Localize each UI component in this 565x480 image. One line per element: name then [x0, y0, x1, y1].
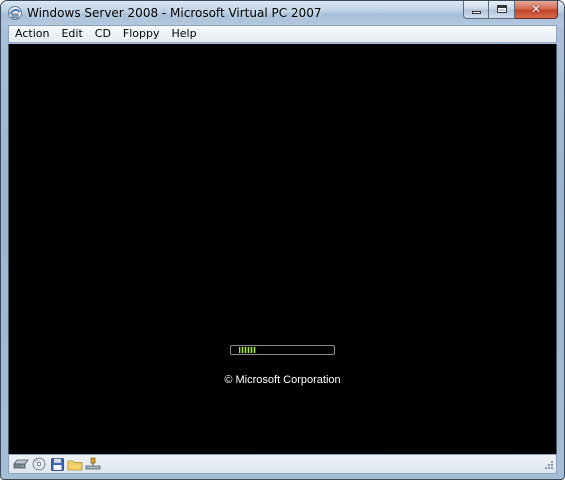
network-icon[interactable] — [85, 457, 101, 471]
vm-display[interactable]: © Microsoft Corporation — [8, 44, 557, 454]
window-title: Windows Server 2008 - Microsoft Virtual … — [27, 6, 322, 20]
menu-bar: Action Edit CD Floppy Help — [8, 25, 557, 43]
copyright-text: © Microsoft Corporation — [224, 374, 341, 386]
floppy-disk-icon[interactable] — [49, 457, 65, 471]
virtual-pc-icon[interactable] — [7, 5, 23, 21]
cd-drive-icon[interactable] — [31, 457, 47, 471]
boot-progress-fill — [239, 347, 256, 353]
boot-progress-bar — [230, 345, 335, 355]
maximize-icon — [497, 5, 507, 13]
minimize-icon — [472, 11, 481, 14]
menu-action[interactable]: Action — [9, 26, 55, 42]
shared-folder-icon[interactable] — [67, 457, 83, 471]
vpc-window: Windows Server 2008 - Microsoft Virtual … — [0, 0, 565, 480]
menu-cd[interactable]: CD — [89, 26, 117, 42]
hard-disk-icon[interactable] — [13, 457, 29, 471]
resize-grip-icon[interactable] — [542, 458, 554, 470]
title-bar[interactable]: Windows Server 2008 - Microsoft Virtual … — [1, 1, 564, 25]
menu-floppy[interactable]: Floppy — [117, 26, 166, 42]
status-bar — [8, 454, 557, 474]
close-button[interactable]: ✕ — [515, 1, 558, 19]
menu-help[interactable]: Help — [166, 26, 203, 42]
menu-edit[interactable]: Edit — [55, 26, 88, 42]
caption-buttons: ✕ — [463, 1, 558, 19]
maximize-button[interactable] — [489, 1, 515, 19]
minimize-button[interactable] — [463, 1, 489, 19]
close-icon: ✕ — [530, 2, 542, 16]
